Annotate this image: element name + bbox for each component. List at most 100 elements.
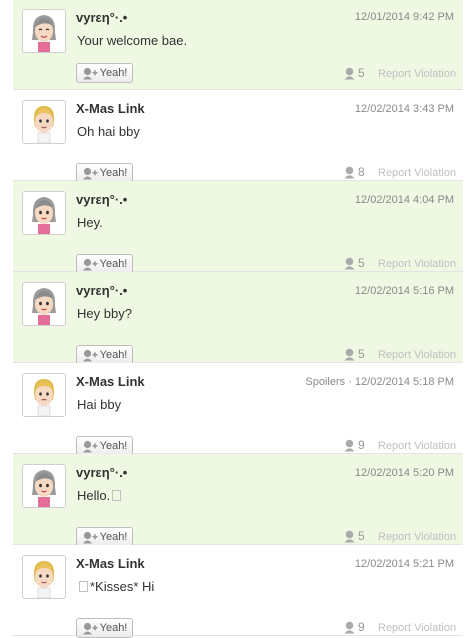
empathy-number: 5: [358, 347, 365, 361]
report-violation-link[interactable]: Report Violation: [378, 440, 456, 452]
empathy-count: 9: [343, 438, 365, 452]
yeah-label: Yeah!: [99, 67, 128, 79]
user-avatar[interactable]: [22, 555, 66, 599]
empathy-number: 5: [358, 256, 365, 270]
comment-message: Hey bby?: [77, 306, 132, 321]
spoiler-tag: Spoilers ·: [305, 376, 355, 388]
empathy-icon: [344, 530, 355, 542]
comment-text: *Kisses* Hi: [77, 579, 154, 594]
yeah-button[interactable]: Yeah!: [76, 618, 133, 638]
post-timestamp: 12/02/2014 4:04 PM: [354, 194, 454, 206]
report-violation-link[interactable]: Report Violation: [378, 258, 456, 270]
yeah-button[interactable]: Yeah!: [76, 436, 133, 456]
comment-message: Oh hai bby: [77, 124, 140, 139]
unsupported-glyph-icon: [112, 490, 122, 501]
empathy-count: 8: [343, 165, 365, 179]
empathy-icon: [344, 348, 355, 360]
report-violation-link[interactable]: Report Violation: [378, 68, 456, 80]
username[interactable]: X-Mas Link: [76, 101, 145, 116]
comment-message: Your welcome bae.: [77, 33, 188, 48]
username[interactable]: vyrεη°·.•: [76, 283, 127, 298]
comment-item: vyrεη°·.• 12/02/2014 5:20 PM Hello. Yeah…: [13, 454, 463, 547]
post-timestamp: 12/02/2014 5:16 PM: [354, 285, 454, 297]
empathy-count: 5: [343, 66, 365, 80]
comment-item: X-Mas Link 12/02/2014 3:43 PM Oh hai bby…: [13, 90, 463, 183]
yeah-label: Yeah!: [99, 531, 128, 543]
empathy-number: 9: [358, 438, 365, 452]
yeah-plus-icon: [82, 258, 98, 270]
yeah-button[interactable]: Yeah!: [76, 345, 133, 365]
empathy-count: 5: [343, 256, 365, 270]
user-avatar[interactable]: [22, 100, 66, 144]
comment-item: X-Mas Link Spoilers · 12/02/2014 5:18 PM…: [13, 363, 463, 456]
blond-mii-icon: [33, 561, 55, 598]
post-timestamp: 12/02/2014 3:43 PM: [354, 103, 454, 115]
yeah-plus-icon: [82, 531, 98, 543]
yeah-plus-icon: [82, 440, 98, 452]
empathy-count: 9: [343, 620, 365, 634]
yeah-button[interactable]: Yeah!: [76, 254, 133, 274]
post-timestamp: 12/01/2014 9:42 PM: [354, 11, 454, 23]
comment-item: X-Mas Link 12/02/2014 5:21 PM *Kisses* H…: [13, 545, 463, 638]
comment-item: vyrεη°·.• 12/02/2014 5:16 PM Hey bby? Ye…: [13, 272, 463, 365]
yeah-label: Yeah!: [99, 349, 128, 361]
user-avatar[interactable]: [22, 9, 66, 53]
comment-item: vyrεη°·.• 12/01/2014 9:42 PM Your welcom…: [13, 0, 463, 90]
username[interactable]: X-Mas Link: [76, 556, 145, 571]
post-meta: 12/02/2014 5:16 PM: [355, 285, 454, 297]
user-avatar[interactable]: [22, 464, 66, 508]
comment-feed: vyrεη°·.• 12/01/2014 9:42 PM Your welcom…: [13, 0, 463, 638]
comment-text: Oh hai bby: [77, 124, 140, 139]
gray-haired-mii-icon: [32, 288, 56, 325]
empathy-count: 5: [343, 347, 365, 361]
comment-text: Hello.: [77, 488, 123, 503]
gray-haired-mii-icon: [32, 470, 56, 507]
yeah-label: Yeah!: [99, 167, 128, 179]
post-meta: Spoilers · 12/02/2014 5:18 PM: [305, 376, 454, 388]
empathy-number: 5: [358, 66, 365, 80]
comment-message: Hai bby: [77, 397, 122, 412]
yeah-label: Yeah!: [99, 258, 128, 270]
comment-message: *Kisses* Hi: [90, 579, 155, 594]
post-meta: 12/02/2014 4:04 PM: [355, 194, 454, 206]
empathy-number: 5: [358, 529, 365, 543]
user-avatar[interactable]: [22, 282, 66, 326]
empathy-icon: [344, 166, 355, 178]
gray-haired-mii-icon: [32, 197, 56, 234]
comment-text: Hai bby: [77, 397, 121, 412]
empathy-number: 8: [358, 165, 365, 179]
username[interactable]: X-Mas Link: [76, 374, 145, 389]
yeah-label: Yeah!: [99, 622, 128, 634]
report-violation-link[interactable]: Report Violation: [378, 349, 456, 361]
username[interactable]: vyrεη°·.•: [76, 465, 127, 480]
post-meta: 12/02/2014 5:20 PM: [355, 467, 454, 479]
post-meta: 12/01/2014 9:42 PM: [355, 11, 454, 23]
yeah-plus-icon: [82, 622, 98, 634]
report-violation-link[interactable]: Report Violation: [378, 531, 456, 543]
yeah-button[interactable]: Yeah!: [76, 63, 133, 83]
unsupported-glyph-icon: [79, 581, 88, 592]
comment-text: Your welcome bae.: [77, 33, 187, 48]
username[interactable]: vyrεη°·.•: [76, 192, 127, 207]
user-avatar[interactable]: [22, 191, 66, 235]
comment-text: Hey bby?: [77, 306, 132, 321]
empathy-icon: [344, 439, 355, 451]
report-violation-link[interactable]: Report Violation: [378, 167, 456, 179]
username[interactable]: vyrεη°·.•: [76, 10, 127, 25]
post-meta: 12/02/2014 3:43 PM: [355, 103, 454, 115]
yeah-plus-icon: [82, 67, 98, 79]
blond-mii-icon: [33, 379, 55, 416]
user-avatar[interactable]: [22, 373, 66, 417]
empathy-icon: [344, 257, 355, 269]
post-timestamp: 12/02/2014 5:21 PM: [354, 558, 454, 570]
yeah-label: Yeah!: [99, 440, 128, 452]
comment-message: Hello.: [77, 488, 111, 503]
yeah-button[interactable]: Yeah!: [76, 163, 133, 183]
comment-item: vyrεη°·.• 12/02/2014 4:04 PM Hey. Yeah! …: [13, 181, 463, 274]
comment-message: Hey.: [77, 215, 103, 230]
yeah-plus-icon: [82, 167, 98, 179]
report-violation-link[interactable]: Report Violation: [378, 622, 456, 634]
empathy-icon: [344, 621, 355, 633]
yeah-button[interactable]: Yeah!: [76, 527, 133, 547]
post-timestamp: 12/02/2014 5:20 PM: [354, 467, 454, 479]
